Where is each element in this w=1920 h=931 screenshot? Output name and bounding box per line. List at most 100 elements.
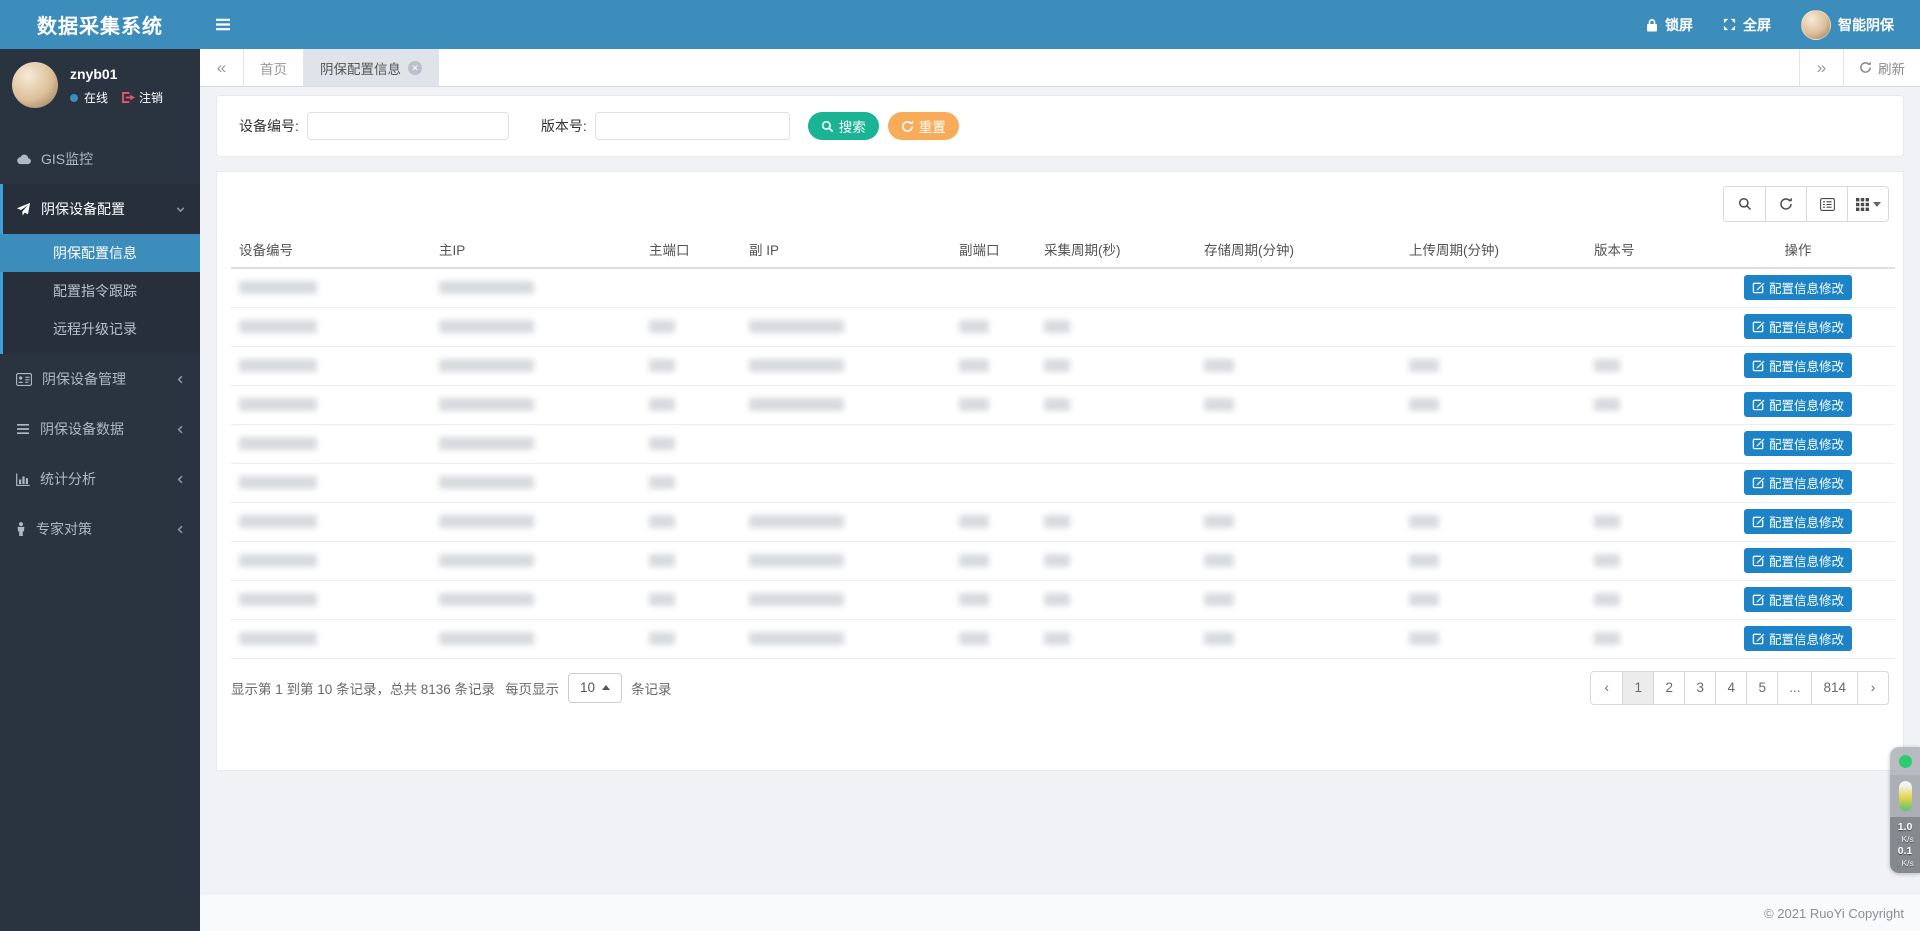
table-cell [741, 580, 951, 619]
table-cell [641, 307, 741, 346]
page-button[interactable]: 5 [1746, 672, 1777, 704]
page-next-button[interactable]: › [1857, 672, 1888, 704]
table-cell [1401, 580, 1586, 619]
page-button[interactable]: 814 [1811, 672, 1857, 704]
edit-config-label: 配置信息修改 [1769, 551, 1844, 570]
table-cell [641, 619, 741, 658]
reset-button[interactable]: 重置 [888, 112, 959, 140]
masked-cell-data [649, 320, 675, 333]
table-cell [1401, 424, 1586, 463]
search-button[interactable]: 搜索 [808, 112, 879, 140]
edit-config-button[interactable]: 配置信息修改 [1744, 587, 1852, 612]
search-button[interactable] [1724, 187, 1765, 221]
edit-config-label: 配置信息修改 [1769, 395, 1844, 414]
masked-cell-data [439, 632, 534, 645]
sidebar-item-label: 统计分析 [40, 469, 165, 489]
tab-home[interactable]: 首页 [244, 49, 304, 86]
user-menu[interactable]: 智能阴保 [1801, 10, 1894, 40]
sidebar-item[interactable]: 专家对策 [3, 504, 200, 554]
refresh-button[interactable] [1765, 187, 1806, 221]
gauge-pill-icon [1899, 781, 1912, 811]
idcard-icon [16, 373, 32, 386]
masked-cell-data [1044, 320, 1070, 333]
page-ellipsis[interactable]: ... [1777, 672, 1811, 704]
send-icon [16, 202, 31, 216]
edit-config-button[interactable]: 配置信息修改 [1744, 548, 1852, 573]
sidebar-subitem[interactable]: 配置指令跟踪 [3, 272, 200, 310]
refresh-icon [1779, 197, 1793, 211]
masked-cell-data [439, 593, 534, 606]
lock-screen-button[interactable]: 锁屏 [1646, 15, 1693, 35]
table-cell-action: 配置信息修改 [1701, 424, 1895, 463]
masked-cell-data [439, 398, 534, 411]
table-cell [951, 385, 1036, 424]
page-prev-button[interactable]: ‹ [1591, 672, 1622, 704]
sidebar-subitem[interactable]: 远程升级记录 [3, 310, 200, 348]
page-size-value: 10 [580, 680, 595, 695]
table-cell [1036, 619, 1196, 658]
tabs-scroll-right-button[interactable]: » [1799, 49, 1843, 86]
tab-close-icon[interactable]: ✕ [408, 61, 422, 75]
table-cell [231, 502, 431, 541]
table-cell [951, 463, 1036, 502]
sidebar-item[interactable]: 阴保设备数据 [3, 404, 200, 454]
tabs-scroll-left-button[interactable]: « [200, 49, 244, 86]
edit-config-button[interactable]: 配置信息修改 [1744, 431, 1852, 456]
edit-config-button[interactable]: 配置信息修改 [1744, 314, 1852, 339]
table-cell-action: 配置信息修改 [1701, 619, 1895, 658]
page-button[interactable]: 3 [1684, 672, 1715, 704]
table-cell-action: 配置信息修改 [1701, 346, 1895, 385]
search-icon [821, 120, 834, 133]
tab-refresh-button[interactable]: 刷新 [1843, 49, 1920, 86]
page-size-select[interactable]: 10 [568, 673, 622, 703]
tab-current[interactable]: 阴保配置信息 ✕ [304, 49, 439, 86]
device-number-label: 设备编号: [239, 116, 299, 136]
caret-down-icon [1873, 202, 1881, 207]
masked-cell-data [439, 359, 534, 372]
version-input[interactable] [595, 112, 790, 140]
sidebar-toggle-button[interactable] [200, 0, 246, 49]
page-button[interactable]: 1 [1622, 672, 1653, 704]
edit-config-button[interactable]: 配置信息修改 [1744, 509, 1852, 534]
pagination-bar: 显示第 1 到第 10 条记录，总共 8136 条记录 每页显示 10 条记录 … [231, 671, 1889, 705]
download-speed-unit: K/s [1901, 859, 1913, 868]
masked-cell-data [1594, 515, 1620, 528]
network-speed-widget[interactable]: 1.0 ↑K/s 0.1 ↓K/s [1890, 747, 1920, 873]
edit-config-button[interactable]: 配置信息修改 [1744, 392, 1852, 417]
grid-button[interactable] [1847, 187, 1888, 221]
edit-config-button[interactable]: 配置信息修改 [1744, 275, 1852, 300]
page-button[interactable]: 2 [1653, 672, 1684, 704]
detail-button[interactable] [1806, 187, 1847, 221]
logout-icon [122, 92, 135, 103]
sidebar-item[interactable]: GIS监控 [3, 134, 200, 184]
sidebar-item[interactable]: 阴保设备配置 [3, 184, 200, 234]
sidebar-item[interactable]: 统计分析 [3, 454, 200, 504]
masked-cell-data [959, 554, 989, 567]
fullscreen-button[interactable]: 全屏 [1723, 15, 1771, 35]
table-cell [431, 346, 641, 385]
edit-icon [1752, 632, 1765, 645]
masked-cell-data [1204, 554, 1234, 567]
config-table: 设备编号主IP主端口副 IP副端口采集周期(秒)存储周期(分钟)上传周期(分钟)… [231, 231, 1895, 659]
table-cell [641, 580, 741, 619]
masked-cell-data [439, 515, 534, 528]
masked-cell-data [1409, 554, 1439, 567]
sidebar-item[interactable]: 阴保设备管理 [3, 354, 200, 404]
content: 设备编号: 版本号: 搜索 重置 [200, 87, 1920, 895]
edit-config-label: 配置信息修改 [1769, 512, 1844, 531]
masked-cell-data [239, 632, 317, 645]
table-cell [741, 619, 951, 658]
page-button[interactable]: 4 [1715, 672, 1746, 704]
list-icon [16, 423, 30, 435]
up-arrow-icon: ↑ [1896, 835, 1900, 844]
tab-home-label: 首页 [260, 58, 287, 78]
edit-config-button[interactable]: 配置信息修改 [1744, 353, 1852, 378]
user-panel: znyb01 在线 注销 [0, 49, 200, 124]
device-number-input[interactable] [307, 112, 509, 140]
edit-config-button[interactable]: 配置信息修改 [1744, 470, 1852, 495]
edit-config-button[interactable]: 配置信息修改 [1744, 626, 1852, 651]
sidebar-subitem[interactable]: 阴保配置信息 [0, 234, 200, 272]
masked-cell-data [1204, 515, 1234, 528]
table-row: 配置信息修改 [231, 424, 1895, 463]
logout-button[interactable]: 注销 [122, 89, 163, 106]
